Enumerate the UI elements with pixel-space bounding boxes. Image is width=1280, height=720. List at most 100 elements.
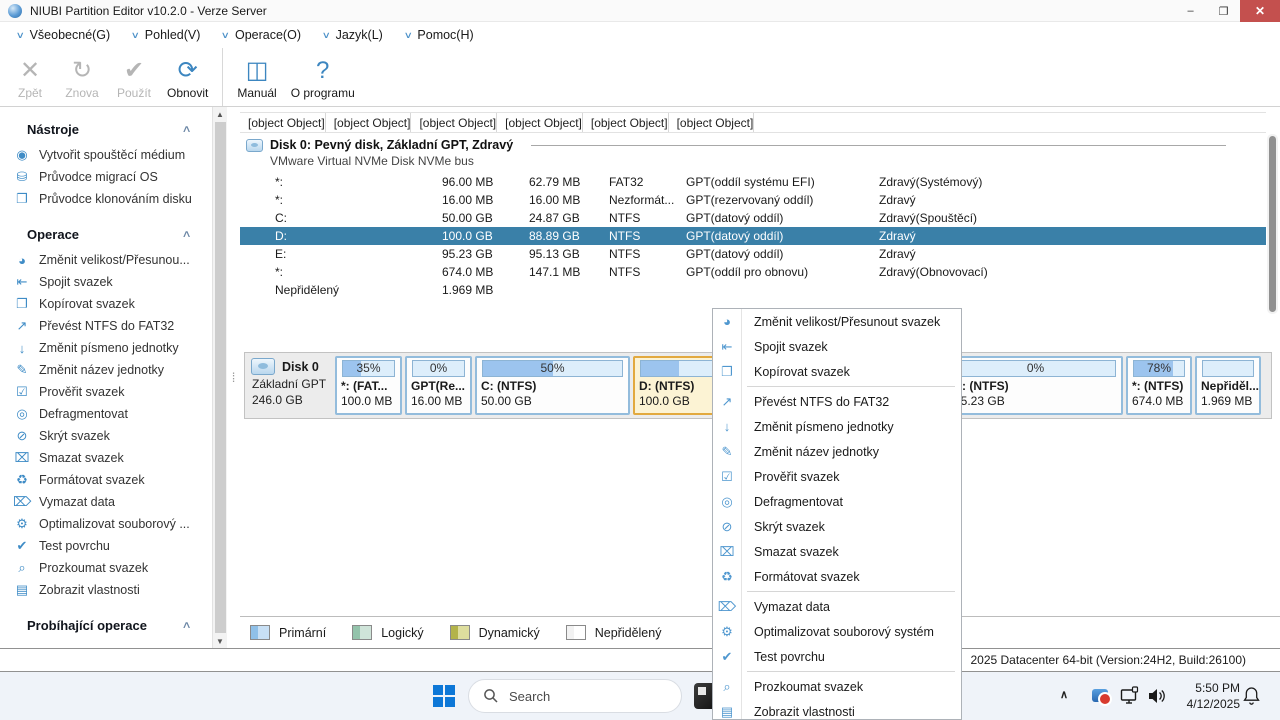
sidebar-item[interactable]: ⌕ Prozkoumat svazek [0,557,212,579]
table-row[interactable]: *: 16.00 MB 16.00 MB Nezformát... GPT(re… [240,191,1266,209]
disk-group-row[interactable]: Disk 0: Pevný disk, Základní GPT, Zdravý… [246,138,1266,171]
table-row[interactable]: *: 674.0 MB 147.1 MB NTFS GPT(oddíl pro … [240,263,1266,281]
sidebar-item[interactable]: ◕ Změnit velikost/Přesunou... [0,249,212,271]
legend-item: Primární [250,625,326,640]
sidebar-section-header[interactable]: Probíhající operace ∧ [0,609,212,640]
context-menu-item[interactable]: ▤ Zobrazit vlastnosti [713,699,961,719]
column-header[interactable]: [object Object] [411,113,498,132]
sidebar-item[interactable]: ✔ Test povrchu [0,535,212,557]
sidebar-item[interactable]: ♻ Formátovat svazek [0,469,212,491]
context-menu-item[interactable]: ✔ Test povrchu [713,644,961,669]
collapse-chevron-icon[interactable]: ∧ [181,229,191,240]
column-header[interactable]: [object Object] [669,113,755,132]
context-menu-item[interactable]: ✎ Změnit název jednotky [713,439,961,464]
scroll-down-icon[interactable]: ▼ [213,634,227,648]
table-header: [object Object] [object Object] [object … [240,112,1266,133]
column-header[interactable]: [object Object] [583,113,669,132]
column-header[interactable]: [object Object] [240,113,326,132]
sidebar-scrollbar[interactable]: ▲ ▼ [212,107,227,648]
sidebar-item[interactable]: ❐ Průvodce klonováním disku [0,188,212,210]
table-scrollbar[interactable] [1267,134,1278,314]
context-menu-item[interactable]: ↗ Převést NTFS do FAT32 [713,389,961,414]
sidebar-item[interactable]: ↗ Převést NTFS do FAT32 [0,315,212,337]
context-menu-item[interactable]: ◕ Změnit velikost/Přesunout svazek [713,309,961,334]
toolbar-button[interactable]: ✔ Použít [108,48,160,106]
collapse-chevron-icon[interactable]: ∧ [181,620,191,631]
partition-block[interactable]: Nepřiděl... 1.969 MB [1195,356,1261,415]
taskbar-clock[interactable]: 5:50 PM 4/12/2025 [1187,680,1240,712]
windows-start-button[interactable] [433,685,455,707]
menu-item[interactable]: ∨ Pomoc(H) [394,22,485,48]
restore-button[interactable]: ❐ [1207,0,1240,22]
taskbar-search[interactable]: Search [468,679,682,713]
change-drive-letter-icon: ↓ [723,419,731,434]
context-menu-item[interactable]: ⚙ Optimalizovat souborový systém [713,619,961,644]
convert-ntfs-icon: ↗ [721,393,733,409]
context-menu-item[interactable]: ☑ Prověřit svazek [713,464,961,489]
context-menu-item[interactable]: ⇤ Spojit svazek [713,334,961,359]
notification-bell-icon[interactable] [1243,686,1260,705]
sidebar-section-header[interactable]: Operace ∧ [0,218,212,249]
column-header[interactable]: [object Object] [497,113,583,132]
context-menu-item[interactable]: ◎ Defragmentovat [713,489,961,514]
sidebar-section-header[interactable]: Nástroje ∧ [0,113,212,144]
network-display-icon[interactable] [1120,686,1140,705]
scrollbar-thumb[interactable] [215,122,226,633]
toolbar-button[interactable]: ? O programu [284,48,362,106]
collapse-chevron-icon[interactable]: ∧ [181,124,191,135]
scroll-up-icon[interactable]: ▲ [213,107,227,121]
speaker-icon[interactable] [1147,688,1167,704]
sidebar-item[interactable]: ◎ Defragmentovat [0,403,212,425]
sidebar-item[interactable]: ⌧ Smazat svazek [0,447,212,469]
menu-item[interactable]: ∨ Operace(O) [211,22,312,48]
context-menu-item[interactable]: ⊘ Skrýt svazek [713,514,961,539]
table-row[interactable]: E: 95.23 GB 95.13 GB NTFS GPT(datový odd… [240,245,1266,263]
sidebar-item[interactable]: ☑ Prověřit svazek [0,381,212,403]
surface-test-icon: ✔ [16,538,28,553]
toolbar-button[interactable]: ↻ Znova [56,48,108,106]
partition-block[interactable]: 35% *: (FAT... 100.0 MB [335,356,402,415]
menu-item[interactable]: ∨ Jazyk(L) [312,22,394,48]
menu-item[interactable]: ∨ Všeobecné(G) [6,22,121,48]
sidebar-splitter[interactable]: ⁞ [228,107,240,648]
cell-filesystem: FAT32 [609,175,644,189]
context-menu-item[interactable]: ↓ Změnit písmeno jednotky [713,414,961,439]
tray-chevron-up-icon[interactable]: ∧ [1060,688,1068,701]
partition-block[interactable]: 0% E: (NTFS) 95.23 GB [948,356,1123,415]
sidebar-item[interactable]: ⚙ Optimalizovat souborový ... [0,513,212,535]
sidebar-item[interactable]: ⌦ Vymazat data [0,491,212,513]
menu-separator [713,589,961,594]
sidebar-item[interactable]: ✎ Změnit název jednotky [0,359,212,381]
close-button[interactable]: ✕ [1240,0,1280,22]
menu-item[interactable]: ∨ Pohled(V) [121,22,211,48]
partition-block[interactable]: 78% *: (NTFS) 674.0 MB [1126,356,1192,415]
partition-block[interactable]: 50% C: (NTFS) 50.00 GB [475,356,630,415]
context-menu-item[interactable]: ⌕ Prozkoumat svazek [713,674,961,699]
sidebar-item[interactable]: ❐ Kopírovat svazek [0,293,212,315]
window-title: NIUBI Partition Editor v10.2.0 - Verze S… [30,3,267,18]
context-menu-item[interactable]: ♻ Formátovat svazek [713,564,961,589]
disk-info-block[interactable]: Disk 0 Základní GPT 246.0 GB [248,356,332,415]
sidebar-item[interactable]: ↓ Změnit písmeno jednotky [0,337,212,359]
sidebar-item[interactable]: ⊘ Skrýt svazek [0,425,212,447]
table-row[interactable]: C: 50.00 GB 24.87 GB NTFS GPT(datový odd… [240,209,1266,227]
sidebar-item[interactable]: ⇤ Spojit svazek [0,271,212,293]
sidebar-item[interactable]: ▤ Zobrazit vlastnosti [0,579,212,601]
toolbar-button[interactable]: ⟳ Obnovit [160,48,215,106]
usage-percent: 78% [1146,361,1172,375]
sidebar-item[interactable]: ◉ Vytvořit spouštěcí médium [0,144,212,166]
context-menu-item[interactable]: ⌧ Smazat svazek [713,539,961,564]
table-row[interactable]: Nepřidělený 1.969 MB [240,281,1266,299]
toolbar-button[interactable]: ✕ Zpět [4,48,56,106]
table-row[interactable]: D: 100.0 GB 88.89 GB NTFS GPT(datový odd… [240,227,1266,245]
toolbar-button[interactable]: ◫ Manuál [222,48,283,106]
table-row[interactable]: *: 96.00 MB 62.79 MB FAT32 GPT(oddíl sys… [240,173,1266,191]
tray-app-status-icon[interactable] [1092,689,1112,706]
minimize-button[interactable]: – [1174,0,1207,22]
scrollbar-thumb[interactable] [1269,136,1276,312]
context-menu-item[interactable]: ⌦ Vymazat data [713,594,961,619]
sidebar-item[interactable]: ⛁ Průvodce migrací OS [0,166,212,188]
partition-block[interactable]: 0% GPT(Re... 16.00 MB [405,356,472,415]
context-menu-item[interactable]: ❐ Kopírovat svazek [713,359,961,384]
column-header[interactable]: [object Object] [326,113,412,132]
